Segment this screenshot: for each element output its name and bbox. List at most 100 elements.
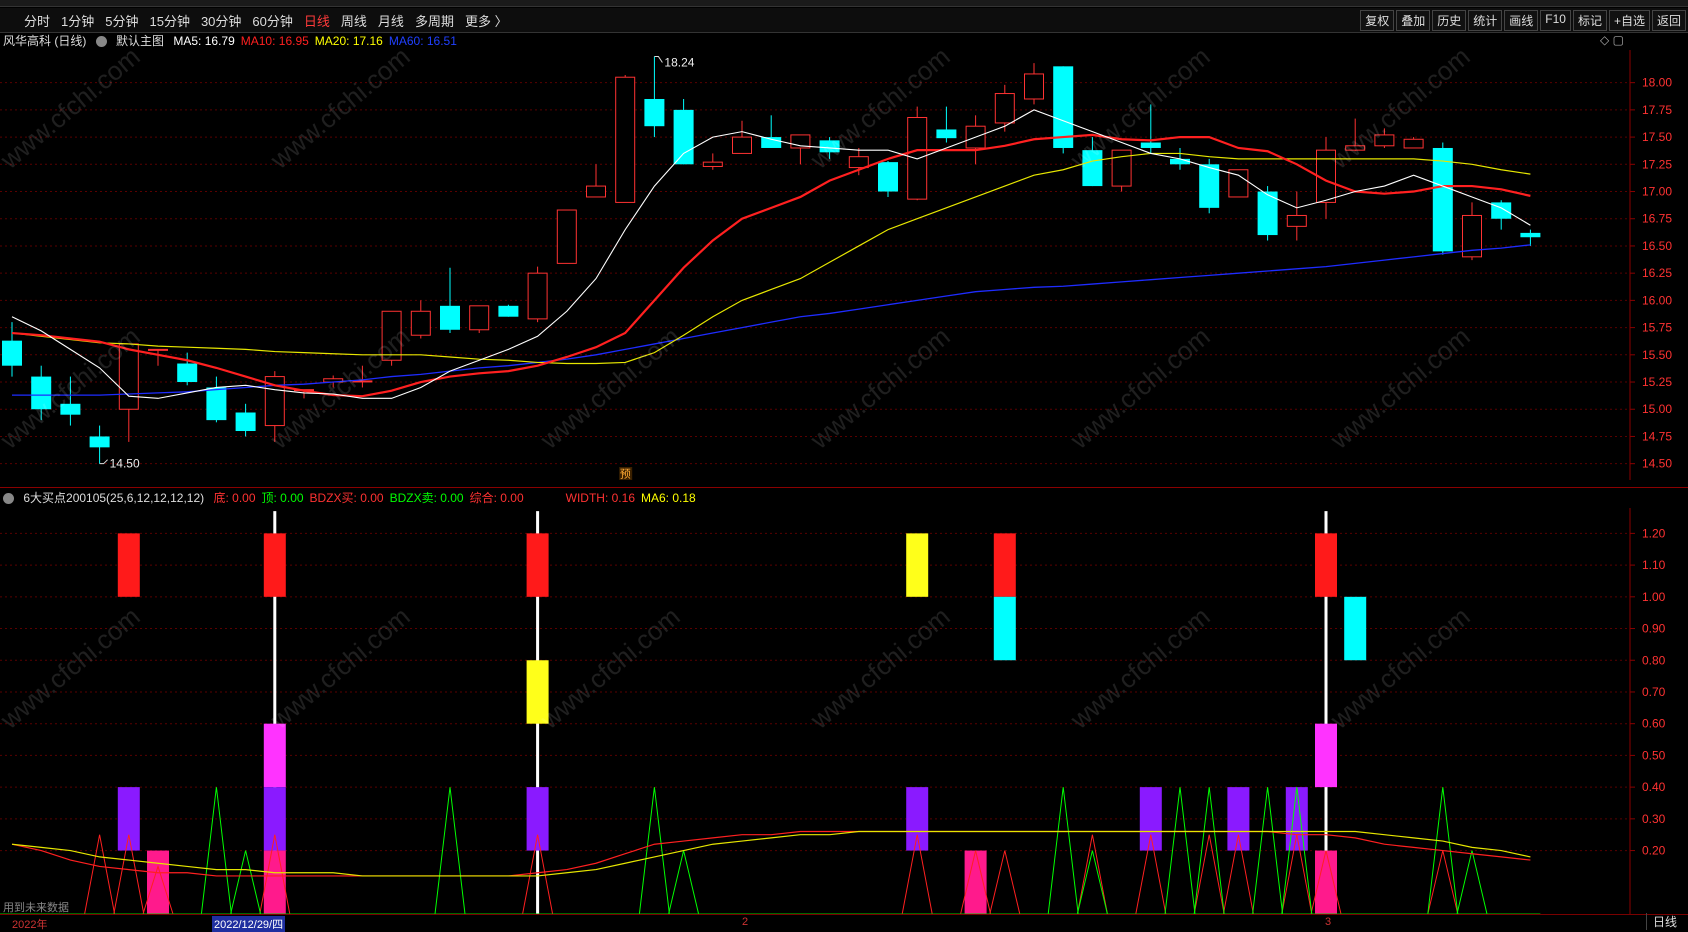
toolbar-button-1[interactable]: 叠加 xyxy=(1396,10,1431,31)
chart-window-icons[interactable]: ◇ ▢ xyxy=(1600,33,1624,47)
period-tab-4[interactable]: 30分钟 xyxy=(201,11,241,30)
indicator-chart[interactable]: 1.20 1.10 1.00 0.90 0.80 0.70 0.60 0.50 0.40 0.30… xyxy=(0,508,1688,914)
period-toolbar: 分时 1分钟 5分钟 15分钟 30分钟 60分钟 日线 周线 月线 多周期 更多 〉 复权 叠加 历史… xyxy=(0,8,1688,33)
candle xyxy=(907,106,928,201)
toolbar-button-2[interactable]: 历史 xyxy=(1432,10,1467,31)
ma-legend-item-0: MA5: 16.79 xyxy=(173,34,235,48)
period-tab-2[interactable]: 5分钟 xyxy=(105,11,138,30)
template-name[interactable]: 默认主图 xyxy=(116,34,164,48)
candle-body xyxy=(31,376,52,410)
main-chart-legend: 风华高科 (日线) 默认主图 MA5: 16.79 MA10: 16.95 MA20… xyxy=(3,32,469,50)
price-tick-label: 15.25 xyxy=(1642,375,1672,389)
candle-body xyxy=(2,340,22,366)
bottom-signal-spike xyxy=(989,850,1021,914)
forecast-marker: 预 xyxy=(620,468,631,481)
candlestick-chart[interactable]: 18.00 17.75 17.50 17.25 17.00 16.75 16.50 16.25… xyxy=(0,50,1688,480)
candle-body xyxy=(1286,214,1307,227)
candle xyxy=(1053,66,1074,154)
candle xyxy=(31,365,52,421)
signal-bar xyxy=(263,850,286,914)
period-tab-3[interactable]: 15分钟 xyxy=(149,11,189,30)
top-signal-spike xyxy=(1047,787,1079,914)
indicator-name[interactable]: 6大买点200105(25,6,12,12,12,12) xyxy=(23,491,204,505)
bottom-signal-spike xyxy=(1076,834,1108,914)
toolbar-button-8[interactable]: 返回 xyxy=(1651,10,1686,31)
period-tab-8[interactable]: 月线 xyxy=(378,11,404,30)
indicator-tick-label: 0.70 xyxy=(1642,685,1666,699)
candle-body xyxy=(936,129,957,139)
candle xyxy=(644,56,665,138)
candle xyxy=(352,365,373,388)
period-tab-9[interactable]: 多周期 xyxy=(415,11,454,30)
signal-bar xyxy=(526,660,549,724)
signal-bar xyxy=(1315,723,1337,788)
period-badge[interactable]: 日线 xyxy=(1646,913,1677,930)
signal-bar xyxy=(263,787,286,851)
period-tab-5[interactable]: 60分钟 xyxy=(252,11,292,30)
candle xyxy=(410,300,431,339)
toolbar-button-3[interactable]: 统计 xyxy=(1468,10,1503,31)
high-label: 18.24 xyxy=(664,56,694,70)
candle xyxy=(994,84,1015,132)
candle xyxy=(615,75,636,203)
candle-body xyxy=(556,209,577,264)
candle xyxy=(1374,128,1395,148)
candle xyxy=(1140,104,1161,154)
price-tick-label: 17.50 xyxy=(1642,130,1672,144)
candle-body xyxy=(1432,147,1453,252)
candle-body xyxy=(410,310,431,336)
future-data-note: 用到未来数据 xyxy=(3,902,69,914)
indicator-tick-label: 0.40 xyxy=(1642,780,1666,794)
candle-body xyxy=(1140,142,1161,148)
toolbar-button-4[interactable]: 画线 xyxy=(1504,10,1539,31)
price-tick-label: 14.50 xyxy=(1642,457,1672,471)
settings-gear-icon[interactable] xyxy=(95,36,107,48)
candle xyxy=(556,209,577,264)
period-tabs: 分时 1分钟 5分钟 15分钟 30分钟 60分钟 日线 周线 月线 多周期 更多 〉 xyxy=(24,8,508,32)
candle-body xyxy=(644,98,665,127)
panel-divider[interactable] xyxy=(0,487,1688,488)
candle xyxy=(527,266,548,323)
signal-bar xyxy=(906,533,929,597)
candle-body xyxy=(1403,138,1424,149)
candle-body xyxy=(352,380,373,383)
price-tick-label: 16.75 xyxy=(1642,212,1672,226)
signal-bar xyxy=(263,723,286,788)
period-tab-0[interactable]: 分时 xyxy=(24,11,50,30)
high-marker xyxy=(654,56,663,63)
period-tab-6[interactable]: 日线 xyxy=(304,11,330,30)
top-signal-spike xyxy=(1252,787,1284,914)
period-tab-7[interactable]: 周线 xyxy=(341,11,367,30)
candle-body xyxy=(60,403,81,415)
candle xyxy=(586,164,606,198)
candle xyxy=(1286,191,1307,241)
candle-body xyxy=(440,305,460,330)
indicator-settings-icon[interactable] xyxy=(3,493,14,505)
indicator-tick-label: 0.50 xyxy=(1642,748,1666,762)
toolbar-button-5[interactable]: F10 xyxy=(1540,10,1571,31)
candle-body xyxy=(1170,158,1190,165)
ma10-line xyxy=(11,133,1531,398)
low-label: 14.50 xyxy=(110,457,140,471)
candle-body xyxy=(1374,134,1395,147)
candle-body xyxy=(89,436,110,448)
period-tab-10[interactable]: 更多 〉 xyxy=(465,11,508,30)
candle xyxy=(1403,137,1424,149)
candle-body xyxy=(206,387,227,421)
toolbar-button-6[interactable]: 标记 xyxy=(1572,10,1607,31)
price-tick-label: 16.50 xyxy=(1642,239,1672,253)
time-axis: 2022年 2022/12/29/四 2 3 xyxy=(0,914,1688,932)
period-tab-1[interactable]: 1分钟 xyxy=(61,11,94,30)
price-tick-label: 16.00 xyxy=(1642,293,1672,307)
toolbar-button-0[interactable]: 复权 xyxy=(1360,10,1395,31)
top-signal-spike xyxy=(1456,850,1488,914)
toolbar-button-7[interactable]: +自选 xyxy=(1608,10,1650,31)
top-signal-spike xyxy=(1076,850,1108,914)
indicator-tick-label: 0.30 xyxy=(1642,812,1666,826)
signal-bar xyxy=(906,787,929,851)
indicator-legend-item-2: BDZX买: 0.00 xyxy=(309,491,384,505)
indicator-values: 底: 0.00 顶: 0.00 BDZX买: 0.00 BDZX卖: 0.00 综合: … xyxy=(213,491,701,505)
bottom-signal-spike xyxy=(84,834,116,914)
axis-month-2: 2 xyxy=(742,916,749,928)
candle-body xyxy=(118,343,139,410)
